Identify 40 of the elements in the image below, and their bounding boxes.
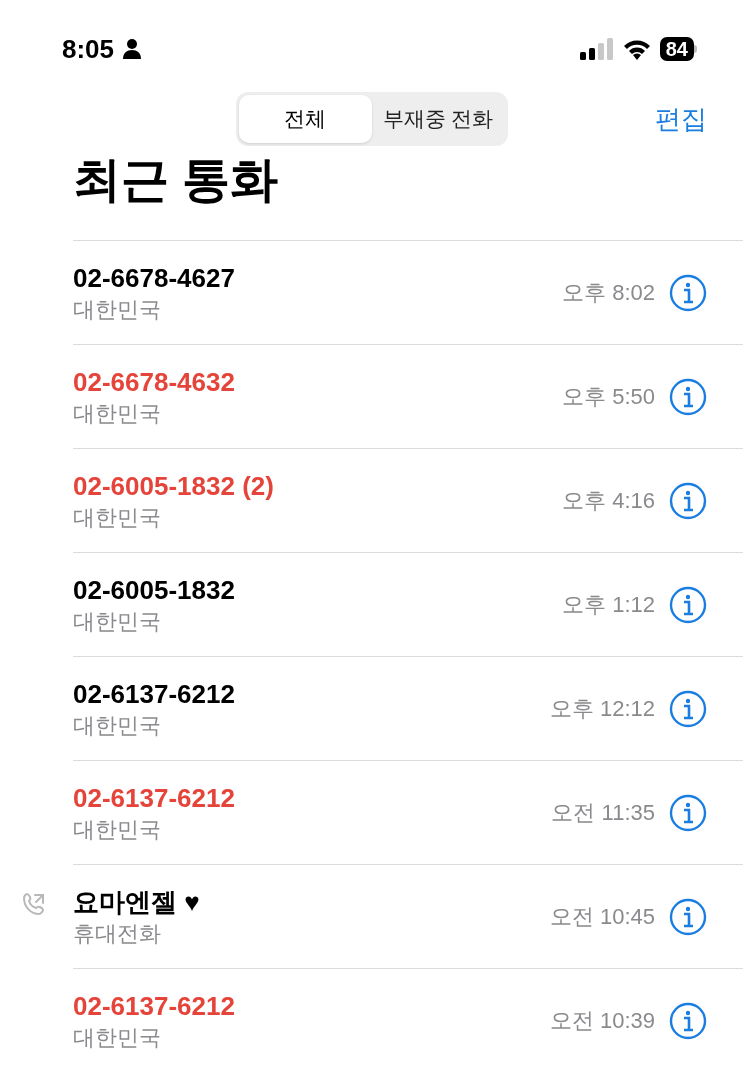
info-icon[interactable]	[669, 793, 707, 832]
call-subtitle: 대한민국	[73, 607, 162, 636]
call-subtitle: 대한민국	[73, 295, 162, 324]
caller-name: 02-6137-6212	[73, 677, 236, 711]
info-icon[interactable]	[669, 1001, 707, 1040]
info-icon[interactable]	[669, 897, 707, 936]
call-subtitle: 휴대전화	[73, 919, 162, 948]
info-icon[interactable]	[669, 377, 707, 416]
call-subtitle: 대한민국	[73, 1023, 162, 1052]
info-icon[interactable]	[669, 481, 707, 520]
info-icon[interactable]	[669, 273, 707, 312]
caller-name: 02-6137-6212	[73, 781, 236, 815]
edit-button[interactable]: 편집	[655, 100, 707, 139]
info-icon[interactable]	[669, 585, 707, 624]
call-time: 오전 10:45	[549, 903, 655, 931]
person-icon	[122, 38, 143, 60]
call-subtitle: 대한민국	[73, 399, 162, 428]
caller-name: 요마엔젤 ♥	[73, 885, 201, 919]
call-time: 오후 4:16	[562, 487, 655, 515]
segment-tab[interactable]: 전체	[238, 95, 372, 143]
caller-name: 02-6005-1832	[73, 573, 236, 607]
status-time: 8:05	[62, 32, 115, 66]
call-time: 오후 5:50	[562, 383, 655, 411]
battery-level: 84	[659, 37, 694, 61]
call-time: 오후 1:12	[562, 591, 655, 619]
segment-tab[interactable]: 부재중 전화	[371, 95, 505, 143]
caller-name: 02-6005-1832 (2)	[73, 469, 275, 503]
caller-name: 02-6678-4632	[73, 365, 236, 399]
call-time: 오후 8:02	[562, 279, 655, 307]
call-subtitle: 대한민국	[73, 503, 162, 532]
call-subtitle: 대한민국	[73, 815, 162, 844]
call-subtitle: 대한민국	[73, 711, 162, 740]
caller-name: 02-6678-4627	[73, 261, 236, 295]
call-time: 오후 12:12	[549, 695, 655, 723]
page-title: 최근 통화	[72, 152, 280, 208]
info-icon[interactable]	[669, 689, 707, 728]
caller-name: 02-6137-6212	[73, 989, 236, 1023]
signal-icon	[579, 38, 614, 60]
call-time: 오전 10:39	[549, 1007, 655, 1035]
call-time: 오전 11:35	[551, 799, 655, 827]
